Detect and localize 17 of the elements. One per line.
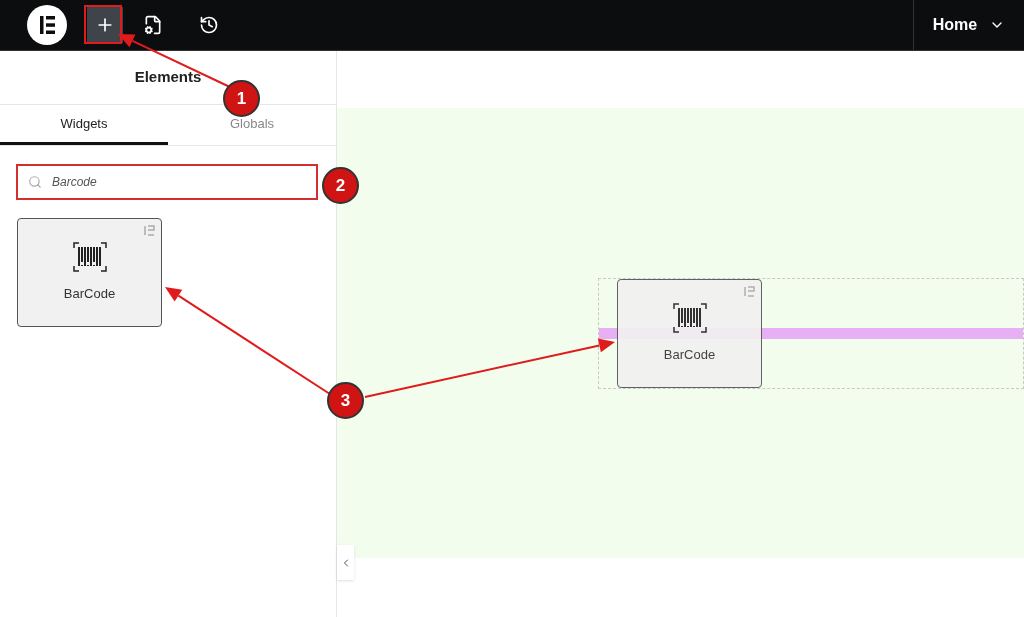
widget-label: BarCode [663,345,716,364]
page-settings-icon[interactable] [143,15,163,35]
panel-tab[interactable]: Widgets [0,105,168,145]
page-menu[interactable]: Home [913,0,1024,50]
barcode-icon [672,302,707,333]
search-icon [28,175,42,189]
plus-highlight [84,5,122,44]
add-element-button[interactable] [87,7,123,43]
pro-badge-icon [144,225,155,236]
widget-label: BarCode [63,284,116,303]
search-field[interactable]: Barcode [16,164,318,200]
widget-card[interactable]: BarCode [617,279,762,388]
barcode-icon [72,241,107,272]
history-icon[interactable] [199,15,219,35]
logo-icon[interactable] [27,5,67,45]
widget-card[interactable]: BarCode [17,218,162,327]
pro-badge-icon [744,286,755,297]
